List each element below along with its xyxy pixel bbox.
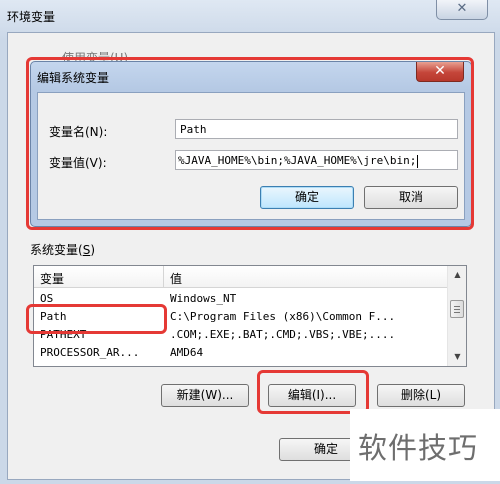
scrollbar-thumb[interactable] (450, 300, 464, 318)
grip-line (454, 306, 460, 307)
variable-value: AMD64 (170, 346, 204, 359)
new-variable-button[interactable]: 新建(W)... (161, 384, 249, 407)
variable-value: Windows_NT (170, 292, 237, 305)
delete-variable-button[interactable]: 删除(L) (377, 384, 465, 407)
system-variables-group-label: 系统变量(S) (30, 243, 95, 257)
grip-line (454, 312, 460, 313)
environment-variables-window: 环境变量 ✕ 使用变量(U) 编辑系统变量 ✕ 变量名(N): Path 变量值… (0, 0, 500, 484)
vertical-scrollbar[interactable]: ▲ ▼ (447, 266, 466, 366)
column-header-variable[interactable]: 变量 (40, 270, 64, 287)
watermark: 软件技巧 (350, 409, 500, 481)
variable-value: .COM;.EXE;.BAT;.CMD;.VBS;.VBE;.... (170, 328, 396, 341)
list-item[interactable]: PROCESSOR_AR... AMD64 (34, 344, 447, 362)
list-header: 变量 值 (34, 266, 447, 288)
scroll-up-icon[interactable]: ▲ (451, 270, 464, 279)
path-row-highlight-box (26, 304, 167, 334)
column-divider[interactable] (163, 266, 164, 287)
watermark-text: 软件技巧 (358, 431, 479, 465)
close-icon: ✕ (456, 1, 468, 16)
grip-line (454, 309, 460, 310)
dialog-highlight-box (26, 57, 474, 230)
variable-name: PROCESSOR_AR... (40, 346, 140, 359)
column-header-value[interactable]: 值 (170, 270, 182, 287)
outer-close-button[interactable]: ✕ (436, 0, 488, 20)
edit-button-highlight-box (257, 370, 369, 414)
scroll-down-icon[interactable]: ▼ (451, 352, 464, 361)
window-title: 环境变量 (7, 10, 56, 24)
variable-value: C:\Program Files (x86)\Common F... (170, 310, 396, 323)
